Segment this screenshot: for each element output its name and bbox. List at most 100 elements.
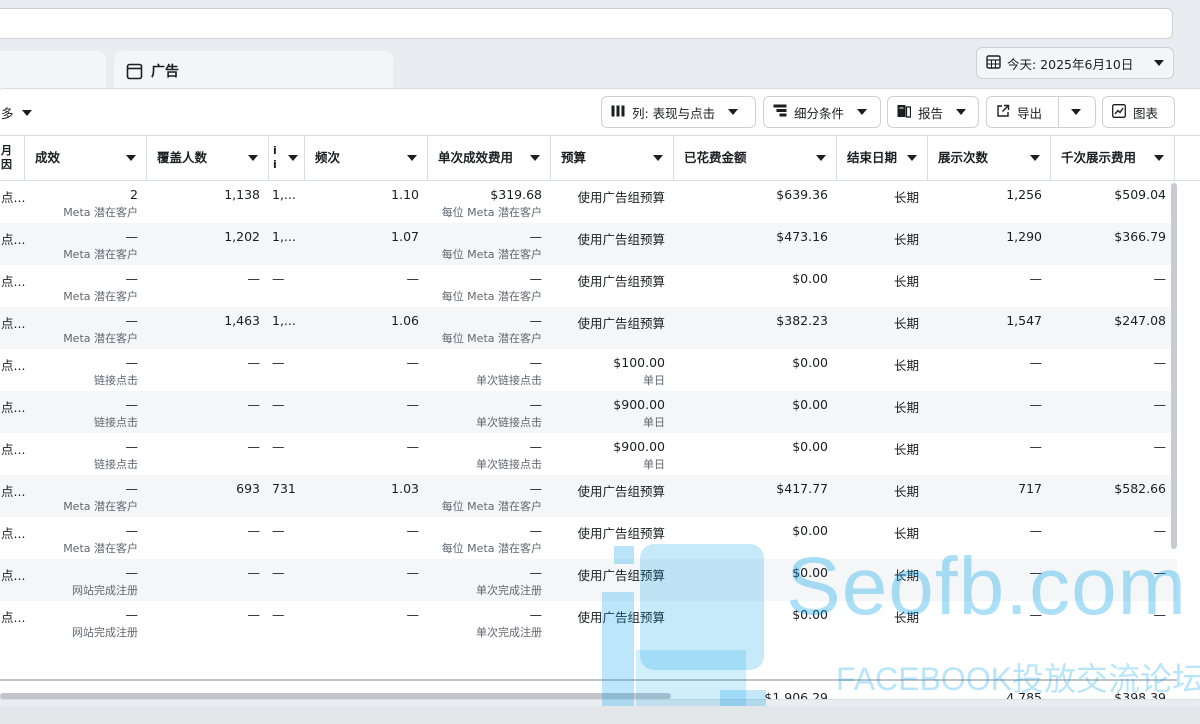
cell-value: 1.03 bbox=[391, 481, 419, 496]
cell-col-end-date: 长期 bbox=[836, 601, 927, 643]
cell-subtext: 单日 bbox=[643, 374, 665, 387]
cell-value: — bbox=[125, 397, 139, 412]
cell-subtext: Meta 潜在客户 bbox=[63, 500, 138, 513]
vertical-scrollbar[interactable] bbox=[1171, 183, 1177, 549]
cell-value: 点... bbox=[1, 400, 26, 415]
table-row[interactable]: 点... — 链接点击 — — — — 单次链接点击 $100.00 单日 $0.00 长期 — — bbox=[0, 349, 1177, 391]
table-row[interactable]: 点... — Meta 潜在客户 693 731 1.03 — 每位 Meta 潜在客户 使用广… bbox=[0, 475, 1177, 517]
table-row[interactable]: 点... — 链接点击 — — — — 单次链接点击 $900.00 单日 $0.00 长期 — — bbox=[0, 391, 1177, 433]
header-label: 单次成效费用 bbox=[438, 150, 514, 165]
export-button-group: 导出 bbox=[986, 96, 1096, 128]
columns-button[interactable]: 列: 表现与点击 bbox=[601, 96, 756, 128]
more-dropdown[interactable]: 多 bbox=[1, 103, 32, 122]
sort-chevron-icon[interactable] bbox=[126, 155, 136, 161]
cell-value: 使用广告组预算 bbox=[577, 190, 665, 205]
tab-ads[interactable]: 广告 bbox=[114, 51, 393, 91]
table-row[interactable]: 点... — Meta 潜在客户 1,463 1,... 1.06 — 每位 Meta 潜在客… bbox=[0, 307, 1177, 349]
cell-col-impressions: — bbox=[927, 559, 1050, 601]
cell-value: — bbox=[406, 439, 420, 454]
table-row[interactable]: 点... — Meta 潜在客户 — — — — 每位 Meta 潜在客户 使用广告组预算 $0.… bbox=[0, 517, 1177, 559]
cell-value: $900.00 bbox=[613, 397, 665, 412]
header-col-name[interactable]: 月 因 bbox=[0, 136, 24, 180]
cell-col-reach: — bbox=[146, 391, 268, 433]
cell-col-cpm: — bbox=[1050, 559, 1174, 601]
header-col-frequency[interactable]: 频次 bbox=[304, 136, 427, 180]
cell-value: $473.16 bbox=[776, 229, 828, 244]
sort-chevron-icon[interactable] bbox=[1030, 155, 1040, 161]
cell-value: — bbox=[1029, 565, 1043, 580]
cell-col-impressions-short: — bbox=[268, 559, 304, 601]
cell-subtext: Meta 潜在客户 bbox=[63, 290, 138, 303]
cell-value: 1.06 bbox=[391, 313, 419, 328]
cell-value: — bbox=[1029, 397, 1043, 412]
cell-col-name: 点... bbox=[0, 517, 25, 559]
cell-value: $0.00 bbox=[792, 439, 828, 454]
horizontal-scrollbar[interactable] bbox=[0, 693, 671, 699]
header-col-impressions[interactable]: 展示次数 bbox=[927, 136, 1050, 180]
table-row[interactable]: 点... — 链接点击 — — — — 单次链接点击 $900.00 单日 $0.00 长期 — — bbox=[0, 433, 1177, 475]
header-col-amount-spent[interactable]: 已花费金额 bbox=[673, 136, 836, 180]
sort-chevron-icon[interactable] bbox=[653, 155, 663, 161]
table-row[interactable]: 点... 2 Meta 潜在客户 1,138 1,... 1.10 $319.68 每位 Me… bbox=[0, 181, 1177, 223]
breakdown-button[interactable]: 细分条件 bbox=[763, 96, 881, 128]
tab-ad-sets[interactable] bbox=[0, 51, 106, 91]
header-col-cpm[interactable]: 千次展示费用 bbox=[1050, 136, 1174, 180]
export-button[interactable]: 导出 bbox=[1017, 103, 1042, 122]
sort-chevron-icon[interactable] bbox=[248, 155, 258, 161]
header-col-reach[interactable]: 覆盖人数 bbox=[146, 136, 268, 180]
sort-chevron-icon[interactable] bbox=[407, 155, 417, 161]
header-col-end-date[interactable]: 结束日期 bbox=[836, 136, 927, 180]
cell-col-frequency: — bbox=[304, 433, 427, 475]
chevron-down-icon bbox=[956, 109, 967, 115]
sort-chevron-icon[interactable] bbox=[816, 155, 826, 161]
cell-value: 点... bbox=[1, 610, 26, 625]
table-row[interactable]: 点... — Meta 潜在客户 1,202 1,... 1.07 — 每位 Meta 潜在客… bbox=[0, 223, 1177, 265]
cell-value: 使用广告组预算 bbox=[577, 610, 665, 625]
header-col-budget[interactable]: 预算 bbox=[550, 136, 673, 180]
sort-chevron-icon[interactable] bbox=[530, 155, 540, 161]
header-col-results[interactable]: 成效 bbox=[24, 136, 146, 180]
cell-col-end-date: 长期 bbox=[836, 391, 927, 433]
cell-value: — bbox=[247, 565, 261, 580]
header-label: 结束日期 bbox=[847, 150, 898, 165]
reports-button[interactable]: 报告 bbox=[887, 96, 979, 128]
header-col-impressions-short[interactable]: i i bbox=[268, 136, 304, 180]
search-bar[interactable] bbox=[0, 8, 1173, 39]
cell-value: — bbox=[406, 355, 420, 370]
table-row[interactable]: 点... — Meta 潜在客户 — — — — 每位 Meta 潜在客户 使用广告组预算 $0.… bbox=[0, 265, 1177, 307]
sort-chevron-icon[interactable] bbox=[907, 155, 917, 161]
cell-col-amount-spent: $417.77 bbox=[673, 475, 836, 517]
cell-value: — bbox=[529, 481, 543, 496]
header-col-cost-per-result[interactable]: 单次成效费用 bbox=[427, 136, 550, 180]
cell-value: — bbox=[125, 313, 139, 328]
cell-value: — bbox=[125, 229, 139, 244]
date-range-button[interactable]: 今天: 2025年6月10日 bbox=[976, 47, 1174, 79]
charts-button[interactable]: 图表 bbox=[1102, 96, 1175, 128]
cell-col-reach: — bbox=[146, 601, 268, 643]
sort-chevron-icon[interactable] bbox=[288, 155, 298, 161]
cell-value: $0.00 bbox=[792, 355, 828, 370]
cell-subtext: 每位 Meta 潜在客户 bbox=[441, 206, 542, 219]
more-label: 多 bbox=[1, 106, 14, 121]
cell-col-impressions-short: — bbox=[268, 601, 304, 643]
cell-col-end-date: 长期 bbox=[836, 181, 927, 223]
cell-subtext: Meta 潜在客户 bbox=[63, 332, 138, 345]
cell-value: — bbox=[406, 565, 420, 580]
cell-col-results: — Meta 潜在客户 bbox=[24, 517, 146, 559]
export-dropdown-chevron-icon[interactable] bbox=[1071, 109, 1081, 115]
cell-value: — bbox=[529, 271, 543, 286]
chevron-down-icon bbox=[728, 109, 739, 115]
cell-col-amount-spent: $0.00 bbox=[673, 349, 836, 391]
cell-subtext: 每位 Meta 潜在客户 bbox=[441, 332, 542, 345]
cell-subtext: 单次完成注册 bbox=[476, 584, 542, 597]
cell-col-frequency: — bbox=[304, 601, 427, 643]
cell-col-impressions-short: — bbox=[268, 349, 304, 391]
table-row[interactable]: 点... — 网站完成注册 — — — — 单次完成注册 使用广告组预算 $0.00 长期 — — bbox=[0, 601, 1177, 643]
cell-subtext: 链接点击 bbox=[94, 374, 138, 387]
cell-col-impressions: — bbox=[927, 391, 1050, 433]
table-row[interactable]: 点... — 网站完成注册 — — — — 单次完成注册 使用广告组预算 $0.00 长期 — — bbox=[0, 559, 1177, 601]
sort-chevron-icon[interactable] bbox=[1154, 155, 1164, 161]
cell-col-impressions: 4,785共计 bbox=[927, 681, 1050, 699]
cell-col-budget: 使用广告组预算 bbox=[550, 517, 673, 559]
cell-col-cpm: $509.04 bbox=[1050, 181, 1174, 223]
